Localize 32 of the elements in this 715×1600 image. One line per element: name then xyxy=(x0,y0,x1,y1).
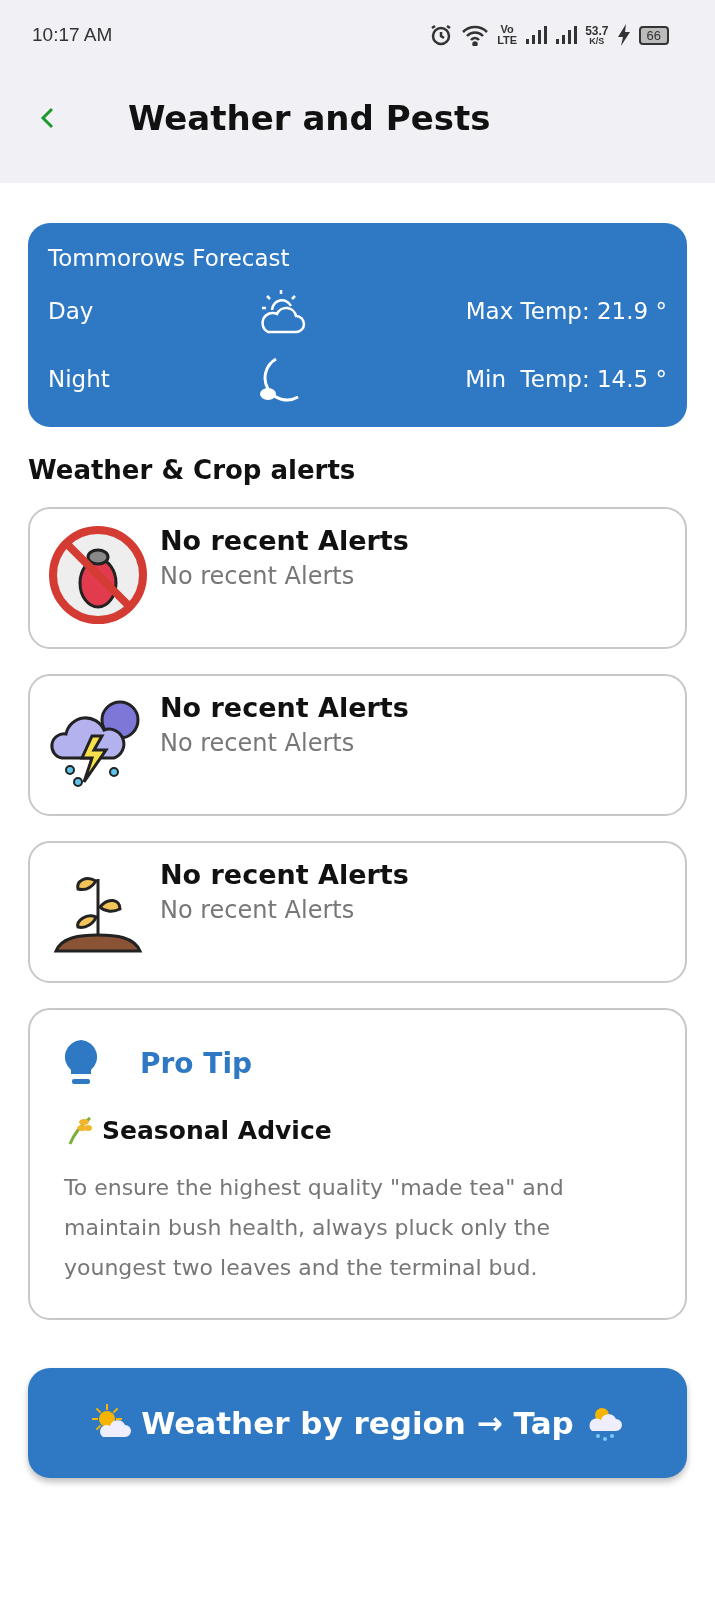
charging-icon xyxy=(616,24,631,46)
temperature-reading: Min Temp: 14.5 ° xyxy=(465,366,667,392)
tip-text: To ensure the highest quality "made tea" and maintain bush health, always pluck only the youngest two leaves and the terminal bud. xyxy=(64,1174,565,1282)
signal-icon xyxy=(555,25,578,45)
alert-title: No recent Alerts xyxy=(160,692,409,723)
signal-icon xyxy=(525,25,548,45)
back-icon xyxy=(40,105,54,130)
advice-heading: Seasonal Advice xyxy=(102,1115,332,1145)
tip-title: Pro Tip xyxy=(140,1046,253,1080)
sun-cloud-icon xyxy=(258,288,308,334)
status-time: 10:17 AM xyxy=(32,24,113,46)
alert-subtitle: No recent Alerts xyxy=(160,562,356,590)
temperature-reading: Max Temp: 21.9 ° xyxy=(465,298,667,324)
speed-unit: K/S xyxy=(589,36,605,46)
wifi-icon xyxy=(461,24,490,46)
weather-by-region-button[interactable]: Weather by region → Tap xyxy=(28,1368,687,1478)
forecast-title: Tommorows Forecast xyxy=(48,245,291,271)
alert-subtitle: No recent Alerts xyxy=(160,729,356,757)
network-label: LTE xyxy=(497,35,518,46)
page-title: Weather and Pests xyxy=(128,97,491,138)
forecast-label: Day xyxy=(48,298,95,324)
alert-title: No recent Alerts xyxy=(160,525,409,556)
network-label: Vo xyxy=(500,24,514,35)
alert-subtitle: No recent Alerts xyxy=(160,896,356,924)
battery-level: 66 xyxy=(638,25,669,45)
no-bug-icon xyxy=(48,525,148,625)
moon-icon xyxy=(258,356,300,402)
lightbulb-icon xyxy=(64,1040,98,1086)
section-title: Weather & Crop alerts xyxy=(28,455,357,485)
alert-title: No recent Alerts xyxy=(160,859,409,890)
forecast-label: Night xyxy=(48,366,111,392)
network-speed: 53.7 xyxy=(585,24,609,37)
